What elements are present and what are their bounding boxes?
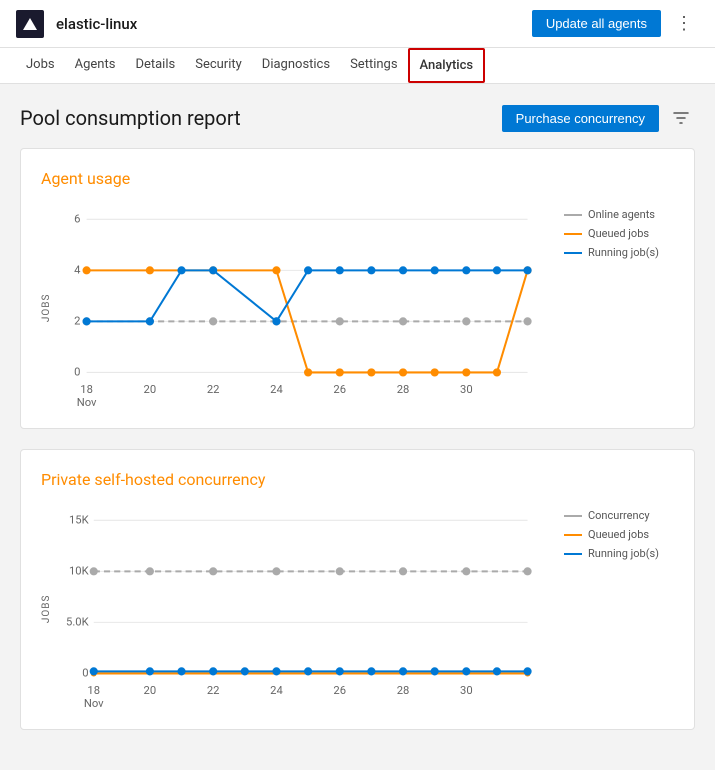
header-actions: Purchase concurrency	[502, 104, 695, 132]
nav-bar: Jobs Agents Details Security Diagnostics…	[0, 48, 715, 84]
svg-text:24: 24	[270, 383, 283, 396]
legend-concurrency-line	[564, 515, 582, 517]
app-header: elastic-linux Update all agents ⋮	[0, 0, 715, 48]
svg-text:30: 30	[460, 684, 473, 697]
legend-queued-jobs-label: Queued jobs	[588, 227, 649, 240]
private-concurrency-card: Private self-hosted concurrency JOBS 15K…	[20, 449, 695, 730]
filter-icon[interactable]	[667, 104, 695, 132]
nav-item-diagnostics[interactable]: Diagnostics	[252, 48, 340, 83]
nav-item-settings[interactable]: Settings	[340, 48, 407, 83]
legend-running-jobs-2-line	[564, 553, 582, 555]
private-concurrency-title: Private self-hosted concurrency	[41, 470, 674, 489]
svg-text:Nov: Nov	[84, 697, 104, 710]
agent-usage-chart-area: JOBS 6 4 2 0	[41, 204, 674, 412]
app-logo	[16, 10, 44, 38]
legend-running-jobs-line	[564, 252, 582, 254]
private-concurrency-legend: Concurrency Queued jobs Running job(s)	[564, 505, 674, 713]
legend-concurrency-label: Concurrency	[588, 509, 650, 522]
svg-text:18: 18	[80, 383, 93, 396]
nav-item-details[interactable]: Details	[125, 48, 185, 83]
update-all-agents-button[interactable]: Update all agents	[532, 10, 661, 37]
agent-usage-y-label: JOBS	[41, 204, 52, 412]
svg-text:28: 28	[397, 383, 410, 396]
svg-text:0: 0	[74, 365, 80, 378]
legend-running-jobs-label: Running job(s)	[588, 246, 659, 259]
svg-text:26: 26	[333, 684, 346, 697]
private-concurrency-y-label: JOBS	[41, 505, 52, 713]
svg-text:Nov: Nov	[77, 396, 97, 409]
legend-queued-jobs-line	[564, 233, 582, 235]
svg-text:28: 28	[397, 684, 410, 697]
more-options-icon[interactable]: ⋮	[669, 9, 699, 38]
legend-queued-jobs-2-label: Queued jobs	[588, 528, 649, 541]
svg-text:24: 24	[270, 684, 283, 697]
logo-icon	[23, 18, 37, 30]
svg-text:18: 18	[87, 684, 100, 697]
svg-text:26: 26	[333, 383, 346, 396]
agent-usage-chart-inner: 6 4 2 0	[58, 204, 548, 412]
page-title: Pool consumption report	[20, 106, 241, 130]
svg-text:22: 22	[207, 383, 220, 396]
filter-svg	[672, 109, 690, 127]
app-title: elastic-linux	[56, 15, 532, 33]
agent-usage-card: Agent usage JOBS 6 4 2 0	[20, 148, 695, 429]
nav-item-agents[interactable]: Agents	[65, 48, 126, 83]
legend-queued-jobs: Queued jobs	[564, 227, 674, 240]
page-header: Pool consumption report Purchase concurr…	[20, 104, 695, 132]
legend-online-agents-line	[564, 214, 582, 216]
page-content: Pool consumption report Purchase concurr…	[0, 84, 715, 770]
legend-running-jobs-2-label: Running job(s)	[588, 547, 659, 560]
svg-text:30: 30	[460, 383, 473, 396]
legend-online-agents: Online agents	[564, 208, 674, 221]
agent-usage-legend: Online agents Queued jobs Running job(s)	[564, 204, 674, 412]
private-concurrency-svg: 15K 10K 5.0K 0	[58, 505, 548, 709]
purchase-concurrency-button[interactable]: Purchase concurrency	[502, 105, 659, 132]
svg-text:15K: 15K	[69, 514, 90, 527]
legend-queued-jobs-2-line	[564, 534, 582, 536]
legend-running-jobs: Running job(s)	[564, 246, 674, 259]
svg-text:20: 20	[144, 684, 157, 697]
svg-text:6: 6	[74, 212, 80, 225]
nav-item-analytics[interactable]: Analytics	[408, 48, 486, 83]
legend-online-agents-label: Online agents	[588, 208, 655, 221]
nav-item-security[interactable]: Security	[185, 48, 252, 83]
svg-text:22: 22	[207, 684, 220, 697]
private-concurrency-chart-inner: 15K 10K 5.0K 0	[58, 505, 548, 713]
svg-text:20: 20	[144, 383, 157, 396]
svg-text:10K: 10K	[69, 565, 90, 578]
agent-usage-title: Agent usage	[41, 169, 674, 188]
svg-text:0: 0	[82, 667, 88, 680]
svg-text:4: 4	[74, 263, 81, 276]
legend-queued-jobs-2: Queued jobs	[564, 528, 674, 541]
private-concurrency-chart-area: JOBS 15K 10K 5.0K 0	[41, 505, 674, 713]
svg-text:2: 2	[74, 314, 80, 327]
svg-text:5.0K: 5.0K	[66, 616, 90, 629]
nav-item-jobs[interactable]: Jobs	[16, 48, 65, 83]
agent-usage-svg: 6 4 2 0	[58, 204, 548, 408]
legend-concurrency: Concurrency	[564, 509, 674, 522]
legend-running-jobs-2: Running job(s)	[564, 547, 674, 560]
